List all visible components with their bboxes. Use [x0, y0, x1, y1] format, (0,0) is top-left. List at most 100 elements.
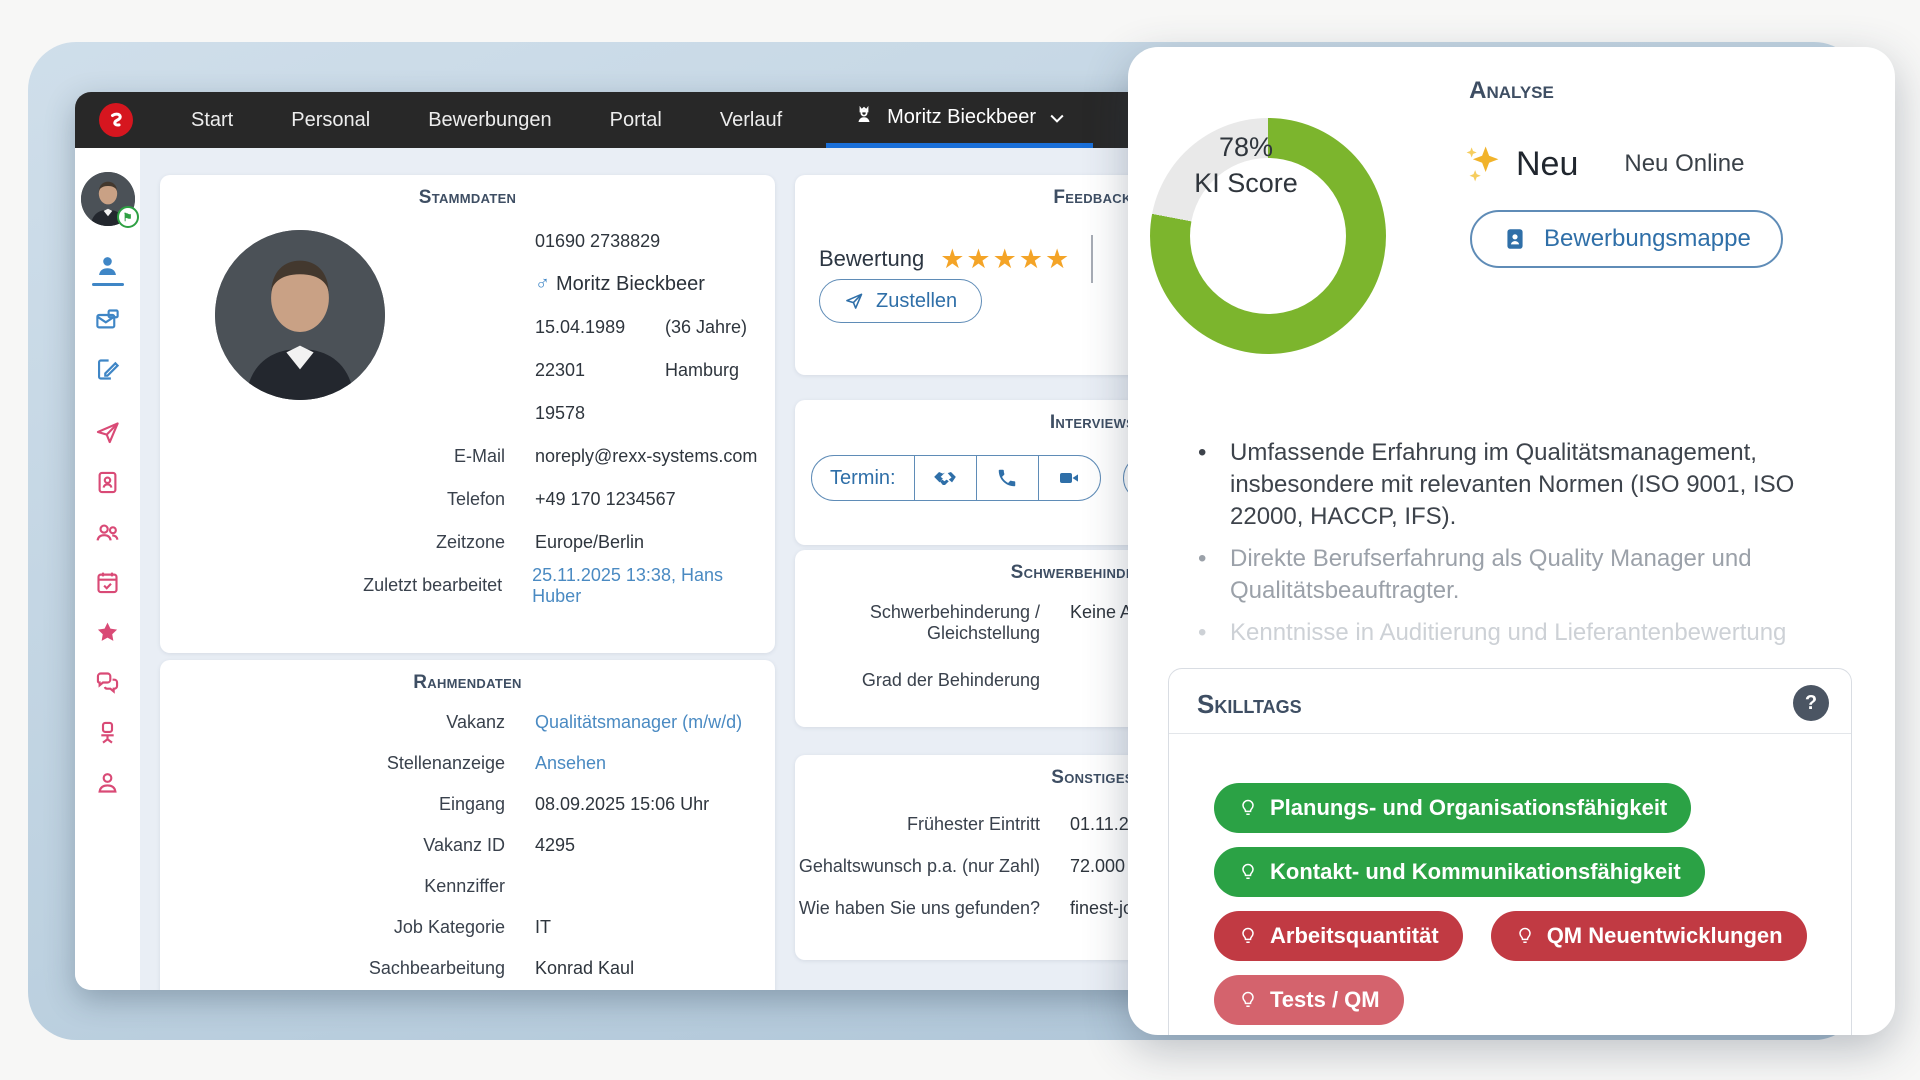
field-email: noreply@rexx-systems.com — [535, 446, 757, 467]
ki-score-center: 78% KI Score — [1168, 87, 1324, 243]
field-phone: +49 170 1234567 — [535, 489, 676, 510]
sidebar-item-edit-document[interactable] — [94, 344, 121, 394]
skilltag-red[interactable]: Arbeitsquantität — [1214, 911, 1463, 961]
field-sachbearbeitung: Konrad Kaul — [535, 958, 634, 979]
label-gehaltswunsch: Gehaltswunsch p.a. (nur Zahl) — [795, 856, 1040, 877]
label-kennziffer: Kennziffer — [160, 876, 505, 897]
people-icon — [94, 519, 121, 546]
meeting-handshake-button[interactable] — [914, 456, 976, 500]
applicant-file-icon — [94, 469, 121, 496]
label-stellenanzeige: Stellenanzeige — [160, 753, 505, 774]
inbox-mail-icon — [94, 306, 121, 333]
skilltags-card: Skilltags ? Planungs- und Organisationsf… — [1168, 668, 1852, 1035]
status-new-online: Neu Online — [1624, 150, 1744, 178]
skilltag-green[interactable]: Planungs- und Organisationsfähigkeit — [1214, 783, 1691, 833]
lightbulb-icon — [1238, 990, 1258, 1010]
panel-title-rahmendaten: Rahmendaten — [160, 672, 775, 694]
skilltag-pink[interactable]: Tests / QM — [1214, 975, 1404, 1025]
label-timezone: Zeitzone — [160, 532, 505, 553]
link-vakanz[interactable]: Qualitätsmanager (m/w/d) — [535, 712, 742, 733]
field-timezone: Europe/Berlin — [535, 532, 644, 553]
video-interview-button[interactable] — [1038, 456, 1100, 500]
panel-title-stammdaten: Stammdaten — [160, 187, 775, 209]
label-phone: Telefon — [160, 489, 505, 510]
nav-item-personal[interactable]: Personal — [291, 109, 370, 132]
field-id-number: 19578 — [535, 403, 585, 424]
contact-person-icon — [94, 769, 121, 796]
label-schwerbehinderung: Schwerbehinderung / Gleichstellung — [795, 602, 1040, 644]
sidebar-item-send[interactable] — [94, 407, 121, 457]
star-rating[interactable]: ★★★★★ — [940, 246, 1071, 273]
field-zip: 22301 — [535, 360, 665, 381]
status-new: Neu — [1516, 145, 1578, 184]
sidebar-active-indicator — [92, 283, 124, 286]
lightbulb-icon — [1238, 798, 1258, 818]
panel-stammdaten: Stammdaten 01690 2738829 ♂ Moritz Bieckb… — [160, 175, 775, 653]
nav-item-bewerbungen[interactable]: Bewerbungen — [428, 109, 551, 132]
field-last-edited-link[interactable]: 25.11.2025 13:38, Hans Huber — [532, 565, 775, 607]
avatar-status-badge-icon: ⚑ — [117, 206, 139, 228]
analysis-bullet: •Umfassende Erfahrung im Qualitätsmanage… — [1198, 437, 1848, 533]
tab-candidate-active[interactable]: Moritz Bieckbeer — [826, 92, 1093, 148]
text-cursor — [1091, 235, 1093, 283]
ki-score-percent: 78% — [1219, 129, 1273, 165]
sidebar-item-applicant-file[interactable] — [94, 457, 121, 507]
label-email: E-Mail — [160, 446, 505, 467]
sidebar-item-inbox[interactable] — [94, 294, 121, 344]
calendar-check-icon — [94, 569, 121, 596]
rexx-logo-icon[interactable] — [99, 103, 133, 137]
nav-item-start[interactable]: Start — [191, 109, 233, 132]
nav-item-portal[interactable]: Portal — [610, 109, 662, 132]
sidebar-avatar[interactable]: ⚑ — [81, 172, 135, 226]
field-gehaltswunsch: 72.000 — [1070, 856, 1125, 877]
skilltag-green[interactable]: Kontakt- und Kommunikationsfähigkeit — [1214, 847, 1705, 897]
nav-item-verlauf[interactable]: Verlauf — [720, 109, 782, 132]
sidebar-item-profile[interactable] — [92, 244, 124, 294]
profile-icon — [94, 253, 121, 280]
ki-score-label: KI Score — [1194, 165, 1298, 201]
label-sachbearbeitung: Sachbearbeitung — [160, 958, 505, 979]
lightbulb-icon — [1238, 862, 1258, 882]
field-city: Hamburg — [665, 360, 739, 381]
sidebar-item-chat[interactable] — [94, 657, 121, 707]
video-camera-icon — [1057, 466, 1081, 490]
icon-sidebar: ⚑ — [75, 148, 140, 990]
sidebar-item-workplace[interactable] — [94, 707, 121, 757]
skilltags-title: Skilltags — [1197, 689, 1302, 720]
label-grad-behinderung: Grad der Behinderung — [795, 670, 1040, 691]
label-eintritt: Frühester Eintritt — [795, 814, 1040, 835]
favorites-star-icon — [94, 619, 121, 646]
field-job-kategorie: IT — [535, 917, 551, 938]
chat-bubbles-icon — [94, 669, 121, 696]
termin-label: Termin: — [812, 456, 914, 500]
workplace-chair-icon — [94, 719, 121, 746]
screenshot-stage: Start Personal Bewerbungen Portal Verlau… — [0, 0, 1920, 1080]
sidebar-item-people[interactable] — [94, 507, 121, 557]
phone-icon — [996, 467, 1018, 489]
sidebar-item-contact[interactable] — [94, 757, 121, 807]
handshake-icon — [932, 465, 958, 491]
divider — [1169, 733, 1851, 734]
skilltag-red[interactable]: QM Neuentwicklungen — [1491, 911, 1807, 961]
phone-interview-button[interactable] — [976, 456, 1038, 500]
link-ansehen[interactable]: Ansehen — [535, 753, 606, 774]
sidebar-item-calendar[interactable] — [94, 557, 121, 607]
analysis-bullet: •Kenntnisse in Auditierung und Lieferant… — [1198, 617, 1848, 649]
analysis-bullet: •Direkte Berufserfahrung als Quality Man… — [1198, 543, 1848, 607]
label-gefunden: Wie haben Sie uns gefunden? — [795, 898, 1040, 919]
edit-document-icon — [94, 356, 121, 383]
label-job-kategorie: Job Kategorie — [160, 917, 505, 938]
sidebar-item-favorites[interactable] — [94, 607, 121, 657]
help-icon[interactable]: ? — [1793, 685, 1829, 721]
zustellen-button[interactable]: Zustellen — [819, 279, 982, 323]
ki-analysis-bullets: •Umfassende Erfahrung im Qualitätsmanage… — [1198, 437, 1848, 659]
candidate-name: Moritz Bieckbeer — [556, 273, 705, 296]
rating-label: Bewertung — [819, 246, 924, 272]
field-eingang: 08.09.2025 15:06 Uhr — [535, 794, 709, 815]
label-eingang: Eingang — [160, 794, 505, 815]
field-birthdate: 15.04.1989 — [535, 317, 665, 338]
lightbulb-icon — [1238, 926, 1258, 946]
gender-male-icon: ♂ — [535, 273, 550, 296]
bewerbungsmappe-button[interactable]: Bewerbungsmappe — [1470, 210, 1783, 268]
label-last-edited: Zuletzt bearbeitet — [160, 575, 502, 596]
